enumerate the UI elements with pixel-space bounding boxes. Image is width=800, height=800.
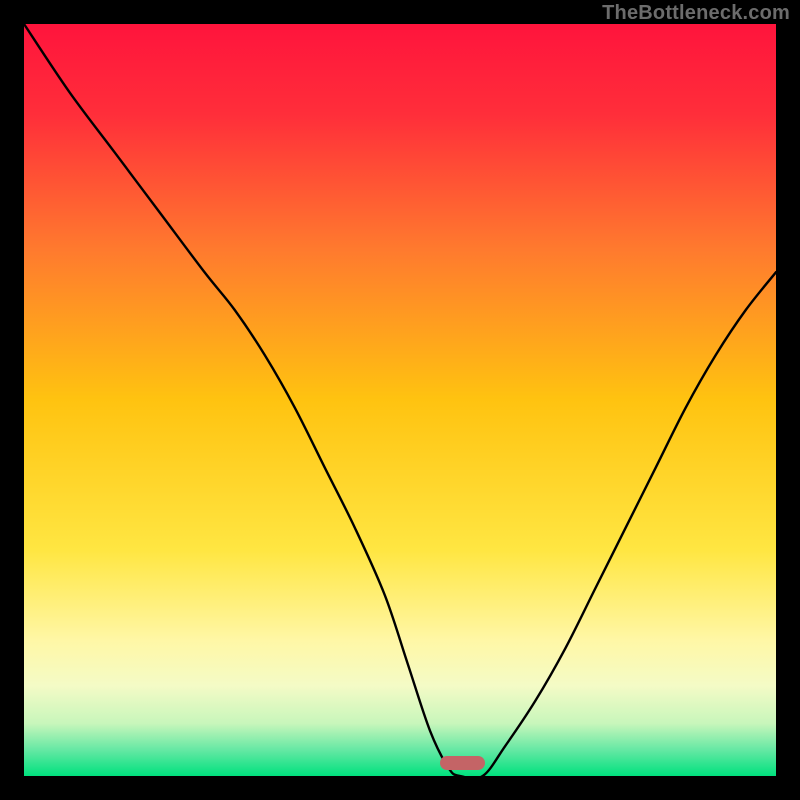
bottleneck-curve (24, 24, 776, 776)
plot-area (24, 24, 776, 776)
optimal-range-marker (440, 756, 485, 770)
chart-frame: TheBottleneck.com (0, 0, 800, 800)
watermark-text: TheBottleneck.com (602, 2, 790, 25)
